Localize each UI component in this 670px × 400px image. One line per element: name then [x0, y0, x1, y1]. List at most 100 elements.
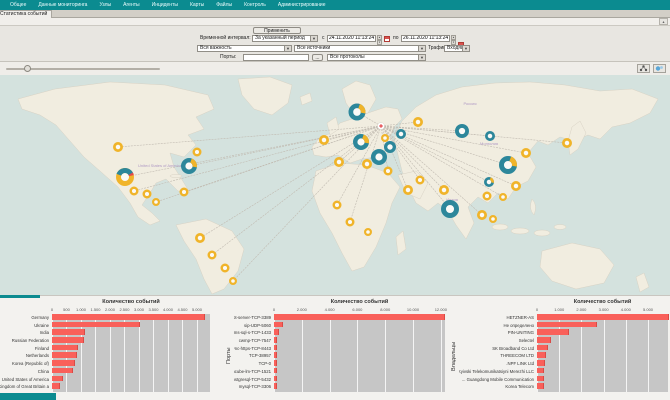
event-marker-yellow[interactable] [220, 263, 230, 273]
bar[interactable] [274, 360, 277, 366]
event-marker-yellow[interactable] [113, 142, 123, 152]
bar[interactable] [274, 352, 277, 359]
event-marker-yellow[interactable] [521, 148, 531, 158]
menu-item[interactable]: Администрирование [272, 0, 332, 10]
bar[interactable] [274, 375, 277, 382]
event-marker-yellow[interactable] [207, 250, 217, 260]
event-marker-teal[interactable] [499, 155, 518, 174]
bar[interactable] [274, 321, 283, 328]
event-marker-yellow[interactable] [362, 159, 372, 169]
bar[interactable] [52, 329, 85, 335]
bar[interactable] [274, 344, 277, 351]
event-marker-yellow[interactable] [381, 133, 390, 142]
bar[interactable] [52, 321, 140, 328]
menu-item[interactable]: Узлы [93, 0, 117, 10]
bar[interactable] [52, 367, 73, 374]
event-marker-yellow[interactable] [192, 147, 202, 157]
menu-item[interactable]: Общее [4, 0, 32, 10]
bar[interactable] [537, 367, 544, 374]
bar[interactable] [537, 314, 669, 320]
traffic-select[interactable]: Входящий ▼ [444, 44, 470, 52]
event-marker-yellow[interactable] [403, 185, 413, 195]
event-marker-yellow[interactable] [383, 166, 393, 176]
bar[interactable] [537, 352, 546, 359]
sources-select[interactable]: Все источники ▼ [294, 44, 426, 52]
event-marker-teal[interactable] [115, 167, 135, 187]
menu-item[interactable]: Контроль [238, 0, 272, 10]
bar[interactable] [52, 383, 60, 389]
bar[interactable] [537, 321, 597, 328]
menu-item[interactable]: Файлы [210, 0, 238, 10]
event-marker-yellow[interactable] [332, 200, 342, 210]
tab-event-statistics[interactable]: Статистика событий [0, 10, 53, 18]
event-marker-yellow[interactable] [229, 277, 238, 286]
event-marker-teal[interactable] [353, 133, 370, 151]
bar[interactable] [537, 375, 544, 382]
bar[interactable] [537, 383, 544, 389]
event-marker-yellow[interactable] [477, 210, 487, 220]
time-interval-select[interactable]: За указанный период ▼ [252, 35, 318, 42]
bar[interactable] [274, 367, 277, 374]
world-map[interactable]: United States of America Монголия Индия Рос… [0, 75, 670, 295]
severity-select[interactable]: Вся важность ▼ [197, 44, 292, 52]
event-marker-yellow[interactable] [195, 233, 205, 243]
map-marker-view-button[interactable] [653, 64, 666, 73]
bar[interactable] [274, 329, 280, 335]
apply-filters-button[interactable]: Применить фильтры [253, 27, 301, 41]
bar[interactable] [52, 352, 77, 359]
event-marker-yellow[interactable] [334, 157, 344, 167]
event-marker-yellow[interactable] [152, 197, 161, 206]
event-marker-yellow[interactable] [439, 185, 449, 195]
event-marker-teal[interactable] [383, 141, 396, 154]
bar[interactable] [537, 337, 552, 343]
protocols-select[interactable]: Все протоколы ▼ [327, 53, 426, 61]
event-marker-yellow[interactable] [179, 187, 189, 197]
event-marker-teal[interactable] [180, 157, 197, 175]
event-marker-yellow[interactable] [489, 215, 498, 224]
bar[interactable] [537, 360, 545, 366]
bar[interactable] [52, 337, 85, 343]
ports-input[interactable] [243, 53, 309, 61]
bar[interactable] [52, 360, 76, 366]
event-marker-teal[interactable] [484, 176, 494, 187]
date-to-input[interactable] [401, 35, 450, 42]
bar[interactable] [274, 383, 277, 389]
ports-more-button[interactable]: ... [312, 53, 323, 61]
menu-item[interactable]: Карты [184, 0, 210, 10]
event-marker-teal[interactable] [485, 131, 495, 141]
event-marker-yellow[interactable] [482, 191, 492, 201]
event-marker-teal[interactable] [454, 123, 469, 138]
map-network-view-button[interactable] [637, 64, 650, 73]
event-marker-yellow[interactable] [129, 186, 139, 196]
bar[interactable] [52, 314, 205, 320]
event-marker-yellow[interactable] [364, 228, 373, 237]
event-marker-teal[interactable] [348, 103, 366, 121]
bar[interactable] [52, 375, 64, 382]
event-marker-yellow[interactable] [562, 138, 572, 148]
bar[interactable] [537, 329, 570, 335]
event-marker-yellow[interactable] [319, 135, 329, 145]
map-zoom-slider-handle[interactable] [24, 64, 31, 72]
event-marker-yellow[interactable] [413, 117, 423, 127]
menu-item[interactable]: Инциденты [146, 0, 184, 10]
event-marker-yellow[interactable] [511, 181, 521, 191]
event-marker-yellow[interactable] [499, 192, 508, 201]
bar[interactable] [52, 344, 78, 351]
panel-collapse-button[interactable]: ▴ [659, 18, 668, 25]
bar[interactable] [274, 337, 277, 343]
event-marker-teal[interactable] [441, 199, 460, 218]
menu-item[interactable]: Данные мониторинга [32, 0, 93, 10]
event-marker-teal[interactable] [371, 148, 388, 165]
date-to-spinner[interactable]: ▲ ▼ [451, 35, 456, 45]
event-marker-yellow[interactable] [415, 175, 425, 185]
date-from-spinner[interactable]: ▲ ▼ [377, 35, 382, 45]
calendar-icon[interactable] [384, 35, 390, 42]
bar[interactable] [537, 344, 548, 351]
bar[interactable] [274, 314, 445, 320]
event-marker-teal[interactable] [396, 129, 406, 139]
event-marker-yellow[interactable] [142, 189, 152, 199]
event-marker-yellow[interactable] [345, 217, 355, 227]
menu-item[interactable]: Агенты [117, 0, 145, 10]
date-from-input[interactable] [327, 35, 376, 42]
cluster-hub-marker[interactable] [377, 122, 385, 130]
